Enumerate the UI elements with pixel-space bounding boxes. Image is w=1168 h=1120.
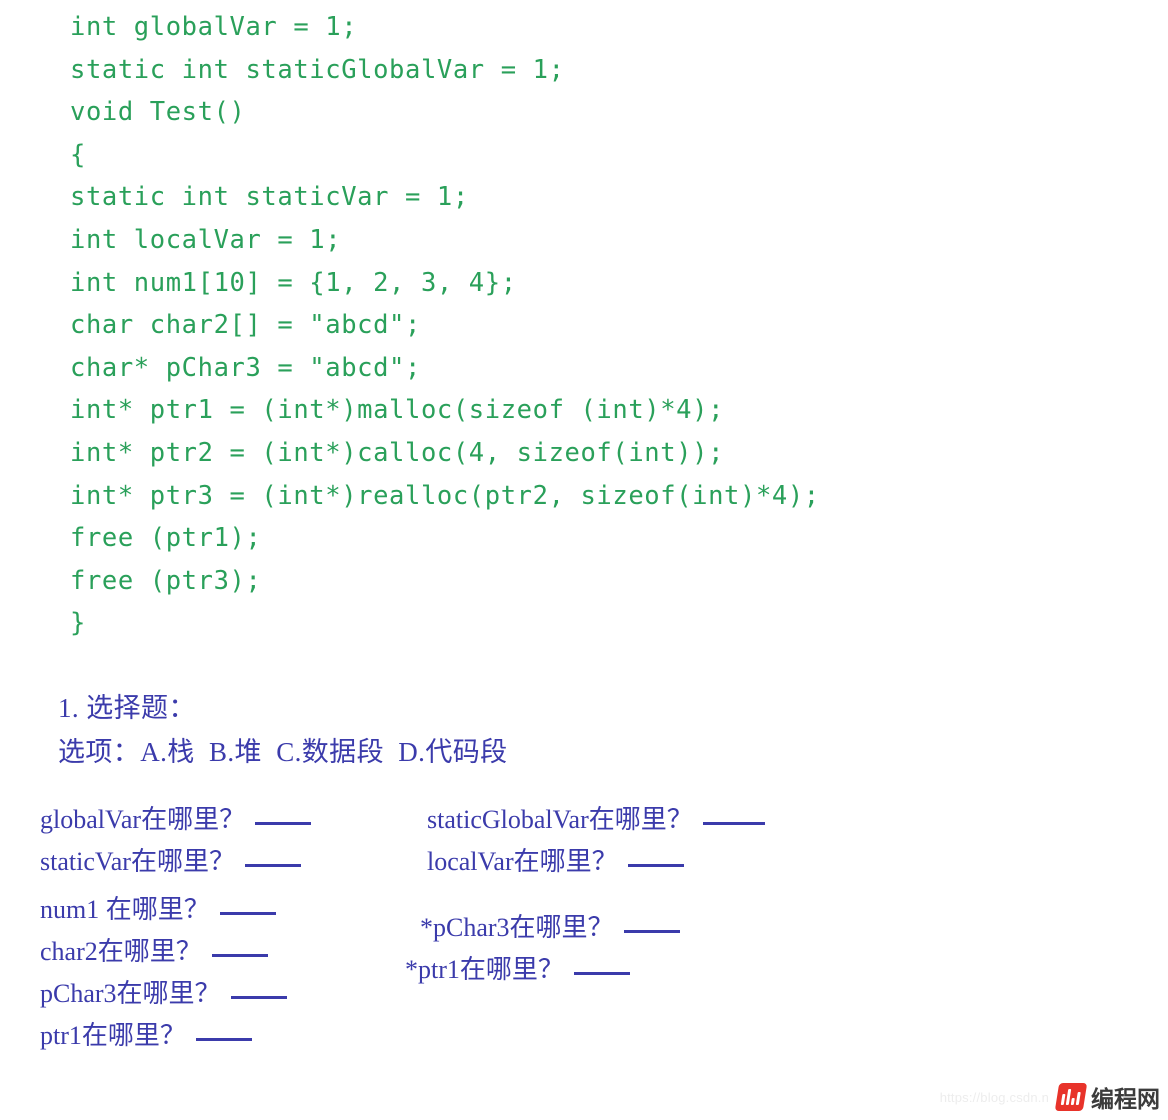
answer-blank-deref-pchar3[interactable] bbox=[623, 908, 680, 934]
question-label: staticGlobalVar在哪里？ bbox=[427, 805, 693, 835]
question-row-localvar: localVar在哪里？ bbox=[427, 842, 684, 879]
watermark: https://blog.csdn.n 编程网 bbox=[940, 1080, 1160, 1114]
bar-chart-logo-icon bbox=[1054, 1083, 1088, 1111]
question-row-char2: char2在哪里？ bbox=[40, 932, 268, 969]
answer-blank-staticvar[interactable] bbox=[244, 842, 301, 868]
question-row-globalvar: globalVar在哪里？ bbox=[40, 800, 312, 837]
question-label: staticVar在哪里？ bbox=[40, 847, 235, 877]
question-row-pchar3: pChar3在哪里？ bbox=[40, 974, 287, 1011]
code-line: } bbox=[70, 608, 86, 639]
question-label: char2在哪里？ bbox=[40, 937, 202, 967]
site-logo: 编程网 bbox=[1054, 1080, 1160, 1114]
answer-blank-globalvar[interactable] bbox=[255, 800, 312, 826]
code-line: { bbox=[70, 139, 86, 170]
question-label: *ptr1在哪里？ bbox=[405, 955, 564, 985]
code-line: char* pChar3 = "abcd"; bbox=[70, 352, 421, 383]
question-row-num1: num1 在哪里？ bbox=[40, 890, 276, 927]
question-row-ptr1: ptr1在哪里？ bbox=[40, 1016, 252, 1053]
code-line: static int staticVar = 1; bbox=[70, 182, 469, 213]
code-line: void Test() bbox=[70, 97, 246, 128]
answer-blank-staticglobalvar[interactable] bbox=[702, 800, 765, 826]
answer-blank-char2[interactable] bbox=[211, 932, 268, 958]
question-row-staticvar: staticVar在哪里？ bbox=[40, 842, 301, 879]
logo-bar bbox=[1070, 1098, 1075, 1105]
question-label: ptr1在哪里？ bbox=[40, 1021, 186, 1051]
code-line: free (ptr1); bbox=[70, 523, 262, 554]
code-line: int localVar = 1; bbox=[70, 224, 342, 255]
question-row-staticglobalvar: staticGlobalVar在哪里？ bbox=[427, 800, 765, 837]
quiz-blanks-area: globalVar在哪里？ staticVar在哪里？ num1 在哪里？ ch… bbox=[0, 798, 1168, 1098]
watermark-url: https://blog.csdn.n bbox=[939, 1089, 1049, 1105]
question-row-deref-pchar3: *pChar3在哪里？ bbox=[420, 908, 680, 945]
code-line: int num1[10] = {1, 2, 3, 4}; bbox=[70, 267, 517, 298]
logo-bar bbox=[1075, 1092, 1081, 1105]
code-line: char char2[] = "abcd"; bbox=[70, 310, 421, 341]
answer-blank-localvar[interactable] bbox=[627, 842, 684, 868]
code-line: int* ptr1 = (int*)malloc(sizeof (int)*4)… bbox=[70, 395, 725, 426]
code-line: int globalVar = 1; bbox=[70, 12, 358, 42]
code-line: int* ptr3 = (int*)realloc(ptr2, sizeof(i… bbox=[70, 480, 820, 511]
code-line: int* ptr2 = (int*)calloc(4, sizeof(int))… bbox=[70, 437, 725, 468]
answer-blank-ptr1[interactable] bbox=[195, 1016, 252, 1042]
code-line: free (ptr3); bbox=[70, 565, 262, 596]
answer-blank-deref-ptr1[interactable] bbox=[573, 950, 630, 976]
question-label: globalVar在哪里？ bbox=[40, 805, 246, 835]
question-label: pChar3在哪里？ bbox=[40, 979, 221, 1009]
code-line: static int staticGlobalVar = 1; bbox=[70, 54, 565, 85]
question-label: num1 在哪里？ bbox=[40, 895, 210, 925]
site-name: 编程网 bbox=[1091, 1087, 1160, 1113]
quiz-title: 1. 选择题： bbox=[58, 693, 196, 723]
logo-bar bbox=[1060, 1094, 1066, 1105]
quiz-options-line: 选项：A.栈 B.堆 C.数据段 D.代码段 bbox=[58, 737, 508, 767]
answer-blank-pchar3[interactable] bbox=[230, 974, 287, 1000]
question-label: localVar在哪里？ bbox=[427, 847, 618, 877]
quiz-header: 1. 选择题： 选项：A.栈 B.堆 C.数据段 D.代码段 bbox=[58, 686, 958, 774]
code-block: int globalVar = 1; static int staticGlob… bbox=[70, 6, 1070, 645]
question-row-deref-ptr1: *ptr1在哪里？ bbox=[405, 950, 630, 987]
answer-blank-num1[interactable] bbox=[219, 890, 276, 916]
question-label: *pChar3在哪里？ bbox=[420, 913, 614, 943]
